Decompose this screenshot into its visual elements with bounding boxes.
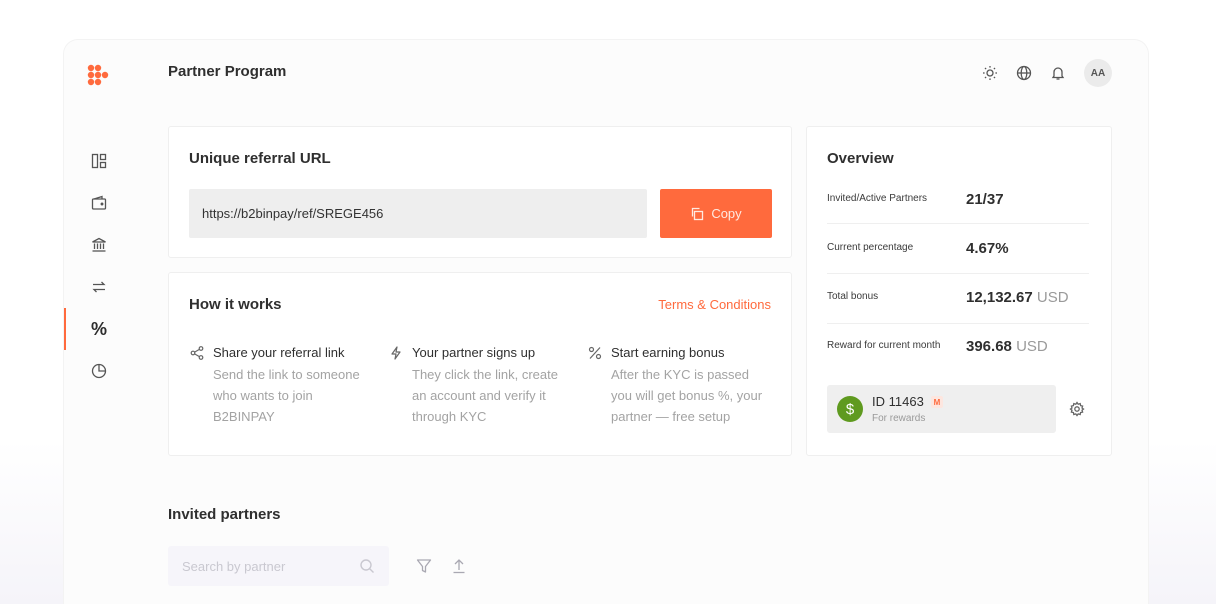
percent-icon [587, 345, 603, 361]
copy-icon [692, 207, 704, 220]
overview-row-total-bonus: Total bonus 12,132.67 USD [827, 274, 1089, 324]
exchange-icon [92, 281, 106, 293]
bank-icon [92, 237, 106, 252]
overview-row-partners: Invited/Active Partners 21/37 [827, 174, 1089, 224]
reward-account[interactable]: $ ID 11463 M For rewards [827, 385, 1056, 433]
sidebar-item-bank[interactable] [64, 224, 134, 266]
dashboard-icon [91, 153, 107, 169]
app-window: Partner Program AA % Unique referral URL… [64, 40, 1148, 604]
value-number: 4.67% [966, 240, 1009, 257]
copy-button[interactable]: Copy [660, 189, 772, 238]
overview-row-monthly-reward: Reward for current month 396.68 USD [827, 324, 1089, 374]
overview-value: 21/37 [966, 191, 1004, 208]
copy-label: Copy [711, 206, 742, 221]
globe-icon[interactable] [1014, 63, 1034, 83]
step-title: Your partner signs up [412, 345, 536, 360]
dollar-icon: $ [837, 396, 863, 422]
sidebar-item-wallet[interactable] [64, 182, 134, 224]
sidebar-item-partner-program[interactable]: % [64, 308, 134, 350]
account-sub-label: For rewards [872, 413, 926, 424]
logo [87, 64, 109, 86]
overview-label: Reward for current month [827, 340, 941, 351]
how-it-works-card: How it works Terms & Conditions Share yo… [168, 272, 792, 456]
overview-value: 12,132.67 USD [966, 289, 1069, 306]
referral-title: Unique referral URL [189, 150, 331, 167]
avatar[interactable]: AA [1084, 59, 1112, 87]
pie-chart-icon [91, 363, 107, 379]
bell-icon[interactable] [1048, 63, 1068, 83]
step-desc: After the KYC is passed you will get bon… [611, 367, 763, 424]
sun-icon[interactable] [980, 63, 1000, 83]
overview-value: 396.68 USD [966, 338, 1048, 355]
search-box [168, 546, 389, 586]
wallet-icon [91, 195, 107, 210]
share-icon [189, 345, 205, 361]
gear-icon[interactable] [1069, 401, 1085, 417]
overview-title: Overview [827, 150, 894, 167]
search-input[interactable] [182, 546, 352, 586]
referral-card: Unique referral URL https://b2binpay/ref… [168, 126, 792, 258]
value-unit: USD [1036, 289, 1069, 306]
sidebar-item-dashboard[interactable] [64, 140, 134, 182]
value-unit: USD [1016, 338, 1048, 355]
step-desc: They click the link, create an account a… [412, 367, 558, 424]
percent-icon: % [90, 318, 107, 339]
value-number: 396.68 [966, 338, 1012, 355]
sidebar: % [64, 140, 134, 392]
overview-label: Current percentage [827, 242, 914, 253]
overview-card: Overview Invited/Active Partners 21/37 C… [806, 126, 1112, 456]
step-desc: Send the link to someone who wants to jo… [213, 367, 360, 424]
how-it-works-title: How it works [189, 296, 282, 313]
header-actions: AA [980, 59, 1112, 87]
account-badge: M [931, 396, 943, 408]
sidebar-item-exchange[interactable] [64, 266, 134, 308]
referral-url-field[interactable]: https://b2binpay/ref/SREGE456 [189, 189, 647, 238]
step-title: Share your referral link [213, 345, 345, 360]
terms-link[interactable]: Terms & Conditions [658, 297, 771, 312]
page-title: Partner Program [168, 63, 287, 80]
overview-label: Invited/Active Partners [827, 193, 928, 204]
search-icon[interactable] [359, 558, 375, 574]
invited-partners-title: Invited partners [168, 506, 281, 523]
step-title: Start earning bonus [611, 345, 725, 360]
value-number: 21/37 [966, 191, 1004, 208]
filter-icon[interactable] [416, 558, 432, 574]
sidebar-item-analytics[interactable] [64, 350, 134, 392]
export-icon[interactable] [451, 558, 467, 574]
overview-row-percentage: Current percentage 4.67% [827, 224, 1089, 274]
lightning-icon [388, 345, 404, 361]
account-id: ID 11463 [872, 394, 924, 409]
overview-label: Total bonus [827, 291, 879, 302]
value-number: 12,132.67 [966, 289, 1033, 306]
overview-value: 4.67% [966, 240, 1009, 257]
